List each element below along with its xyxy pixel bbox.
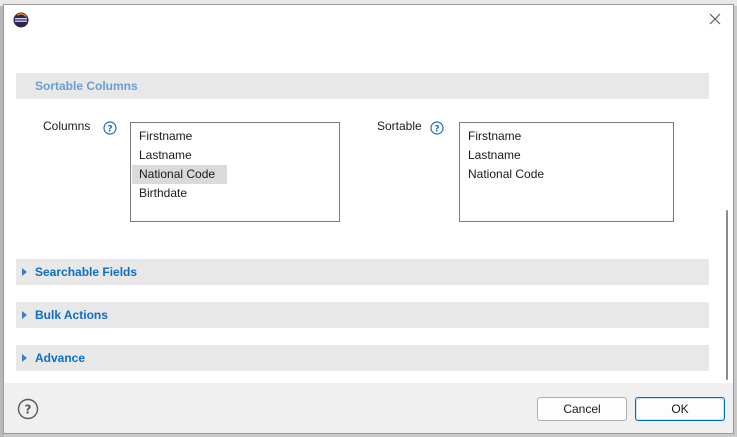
section-searchable-fields[interactable]: Searchable Fields <box>16 259 709 285</box>
list-item[interactable]: Lastname <box>461 146 673 165</box>
ok-button[interactable]: OK <box>635 397 725 421</box>
list-item[interactable]: Firstname <box>461 127 673 146</box>
dialog-footer: ? Cancel OK <box>4 383 733 433</box>
sortable-listbox[interactable]: Firstname Lastname National Code <box>459 122 674 222</box>
section-sortable-columns[interactable]: Sortable Columns <box>16 73 709 99</box>
svg-text:?: ? <box>434 125 439 135</box>
vertical-scrollbar[interactable] <box>726 210 728 380</box>
section-title: Bulk Actions <box>35 308 108 322</box>
dialog-content: Sortable Columns Columns ? Firstname Las… <box>4 35 733 383</box>
section-advance[interactable]: Advance <box>16 345 709 371</box>
close-icon <box>709 13 721 28</box>
columns-label: Columns <box>43 119 91 133</box>
list-item[interactable]: Birthdate <box>132 184 339 203</box>
list-item-selected[interactable]: National Code <box>132 165 227 184</box>
expand-arrow-icon <box>22 268 27 276</box>
help-icon[interactable]: ? <box>103 121 117 135</box>
eclipse-icon <box>13 12 29 28</box>
expand-arrow-icon <box>22 354 27 362</box>
list-item[interactable]: Firstname <box>132 127 339 146</box>
section-bulk-actions[interactable]: Bulk Actions <box>16 302 709 328</box>
section-title: Advance <box>35 351 86 365</box>
cancel-button[interactable]: Cancel <box>537 397 627 421</box>
svg-text:?: ? <box>25 403 32 417</box>
expand-arrow-icon <box>22 311 27 319</box>
svg-text:?: ? <box>107 125 112 135</box>
list-item[interactable]: National Code <box>461 165 673 184</box>
list-item[interactable]: Lastname <box>132 146 339 165</box>
columns-listbox[interactable]: Firstname Lastname National Code Birthda… <box>130 122 340 222</box>
sortable-label: Sortable <box>377 119 422 133</box>
help-icon[interactable]: ? <box>430 121 444 135</box>
section-title: Sortable Columns <box>35 79 138 93</box>
title-bar <box>4 5 733 35</box>
section-title: Searchable Fields <box>35 265 138 279</box>
dialog-window: Sortable Columns Columns ? Firstname Las… <box>3 4 734 434</box>
close-button[interactable] <box>705 10 725 30</box>
help-circle-icon[interactable]: ? <box>17 398 39 420</box>
